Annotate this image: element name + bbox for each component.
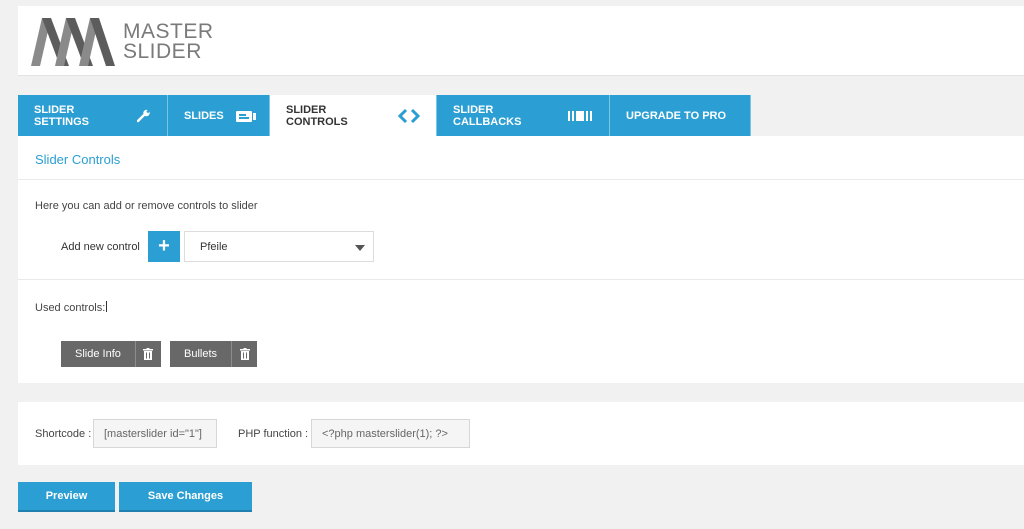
header-bar: MASTER SLIDER (18, 6, 1024, 76)
preview-button[interactable]: Preview (18, 482, 115, 512)
used-controls-text: Used controls: (35, 302, 106, 314)
used-control-slide-info: Slide Info (61, 341, 161, 367)
tab-label: UPGRADE TO PRO (626, 109, 727, 122)
php-function-label: PHP function : (238, 428, 309, 440)
master-slider-logo-icon (31, 18, 115, 66)
wrench-icon (137, 109, 151, 123)
php-function-field[interactable]: <?php masterslider(1); ?> (311, 419, 470, 448)
tab-slider-callbacks[interactable]: SLIDER CALLBACKS (437, 95, 610, 136)
select-value: Pfeile (200, 240, 228, 253)
tab-label: SLIDER CONTROLS (286, 103, 348, 128)
trash-icon[interactable] (134, 341, 161, 367)
tab-label: SLIDER CALLBACKS (453, 103, 522, 128)
save-changes-button[interactable]: Save Changes (119, 482, 252, 512)
brand-name: MASTER SLIDER (123, 20, 214, 63)
panel-title: Slider Controls (35, 152, 121, 167)
panel-description: Here you can add or remove controls to s… (35, 200, 258, 212)
tab-slides[interactable]: SLIDES (168, 95, 270, 136)
used-control-label[interactable]: Bullets (170, 341, 231, 367)
shortcode-field[interactable]: [masterslider id="1"] (93, 419, 217, 448)
text-cursor (106, 301, 108, 312)
used-controls-label: Used controls: (35, 301, 108, 314)
add-control-label: Add new control (61, 241, 140, 253)
tab-slider-settings[interactable]: SLIDER SETTINGS (18, 95, 168, 136)
add-control-button[interactable]: + (148, 231, 180, 262)
callbacks-icon (567, 109, 593, 123)
arrows-icon (398, 108, 420, 123)
shortcode-label: Shortcode : (35, 428, 92, 440)
slider-controls-panel: Slider Controls Here you can add or remo… (18, 136, 1024, 383)
tab-label: SLIDER SETTINGS (34, 103, 90, 128)
tab-slider-controls[interactable]: SLIDER CONTROLS (270, 95, 437, 136)
brand-line-2: SLIDER (123, 40, 202, 63)
shortcode-panel: Shortcode : [masterslider id="1"] PHP fu… (18, 402, 1024, 465)
chevron-down-icon (355, 245, 365, 251)
slides-icon (235, 109, 257, 123)
trash-icon[interactable] (231, 341, 257, 367)
tab-bar: SLIDER SETTINGS SLIDES SLIDER CONTROLS S… (18, 95, 751, 136)
tab-upgrade-to-pro[interactable]: UPGRADE TO PRO (610, 95, 751, 136)
control-type-select[interactable]: Pfeile (184, 231, 374, 262)
tab-label: SLIDES (184, 109, 224, 122)
divider (18, 179, 1024, 180)
divider (18, 279, 1024, 280)
used-control-label[interactable]: Slide Info (61, 341, 135, 367)
brand-line-1: MASTER (123, 20, 214, 43)
used-control-bullets: Bullets (170, 341, 258, 367)
